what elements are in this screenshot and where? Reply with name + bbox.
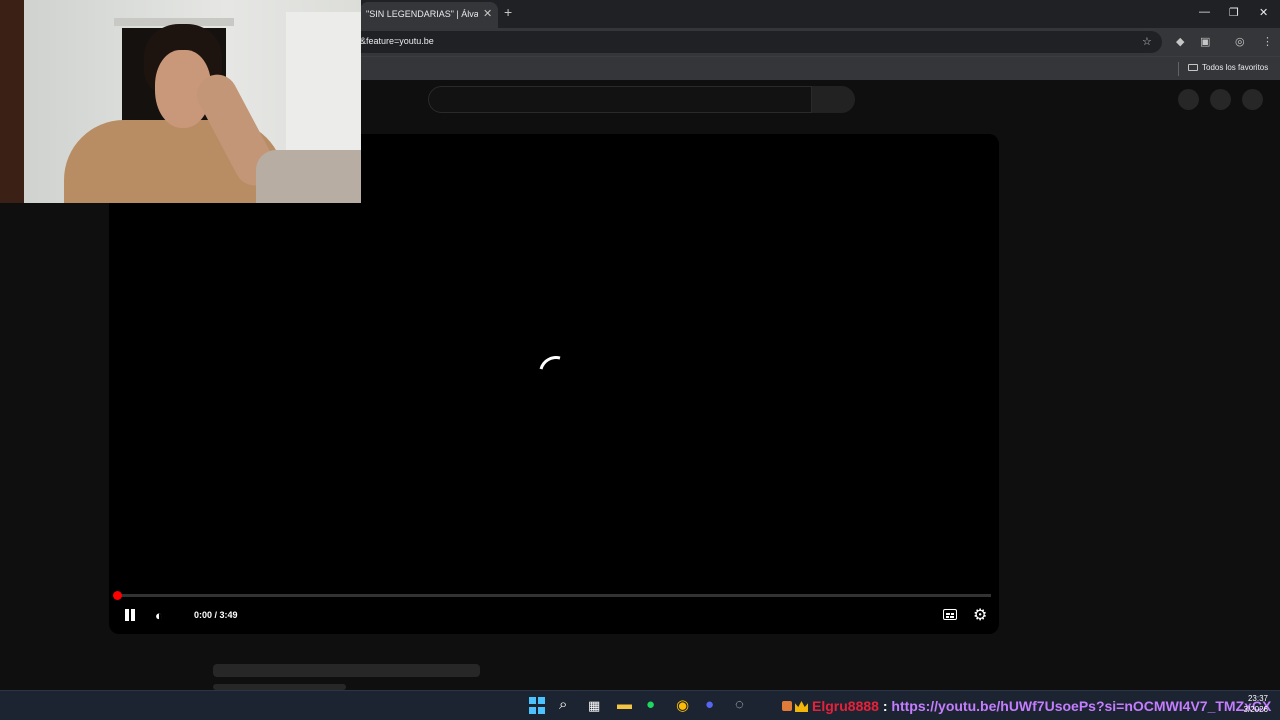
progress-scrubber[interactable] (113, 591, 122, 600)
taskbar-clock[interactable]: 23:37 3/2026 (1238, 693, 1268, 715)
chat-overlay-message: Elgru8888 : https://youtu.be/hUWf7UsoePs… (782, 698, 1271, 714)
title-skeleton (213, 664, 480, 677)
new-tab-button[interactable]: + (504, 4, 512, 20)
minimize-button[interactable]: — (1199, 6, 1210, 18)
yt-avatar-placeholder[interactable] (1242, 89, 1263, 110)
profile-icon[interactable]: ◎ (1235, 35, 1245, 48)
yt-search-input[interactable] (428, 86, 812, 113)
search-icon[interactable]: ⌕ (559, 696, 567, 713)
folder-icon (1188, 64, 1198, 71)
tab-close-icon[interactable]: ✕ (483, 7, 492, 20)
pause-button[interactable] (123, 608, 137, 622)
more-menu-icon[interactable]: ⋮ (1262, 35, 1273, 48)
chrome-icon[interactable]: ◉ (676, 696, 689, 714)
volume-icon[interactable]: ◐ (155, 608, 163, 623)
chat-badge-icon (782, 701, 792, 711)
webcam-door (0, 0, 24, 203)
loading-spinner-icon (532, 349, 580, 397)
clock-time: 23:37 (1247, 694, 1268, 703)
bookmarks-folder[interactable]: Todos los favoritos (1188, 63, 1268, 72)
close-window-button[interactable]: ✕ (1259, 6, 1268, 19)
tab-title: "SIN LEGENDARIAS" | Álvaro Sa (366, 9, 478, 19)
yt-notifications-placeholder[interactable] (1210, 89, 1231, 110)
discord-icon[interactable]: ● (705, 696, 714, 713)
chat-username: Elgru8888 (812, 698, 879, 714)
store-icon[interactable]: ▦ (588, 698, 600, 714)
chat-separator: : (882, 698, 888, 714)
yt-create-placeholder[interactable] (1178, 89, 1199, 110)
time-display: 0:00 / 3:49 (194, 610, 238, 620)
settings-gear-icon[interactable]: ⚙ (973, 605, 987, 625)
extra-app-icon[interactable]: ◌ (735, 696, 744, 713)
webcam-overlay (24, 0, 361, 203)
progress-bar[interactable] (117, 594, 991, 597)
chat-message-text: https://youtu.be/hUWf7UsoePs?si=nOCMWI4V… (891, 698, 1272, 714)
crown-icon (795, 701, 808, 712)
bookmark-star-icon[interactable]: ☆ (1142, 35, 1152, 48)
spotify-icon[interactable]: ● (646, 696, 655, 713)
start-icon[interactable] (529, 697, 547, 715)
file-explorer-icon[interactable]: ▬ (617, 696, 632, 713)
clock-date: 3/2026 (1243, 705, 1268, 714)
restore-button[interactable]: ❐ (1229, 6, 1239, 19)
bookmarks-divider (1178, 62, 1179, 76)
browser-tab-active[interactable]: "SIN LEGENDARIAS" | Álvaro Sa ✕ (360, 2, 498, 28)
subtitles-icon[interactable] (943, 609, 957, 620)
extension-puzzle-icon[interactable]: ◆ (1176, 35, 1184, 48)
yt-search-button[interactable] (812, 86, 855, 113)
address-bar[interactable]: &feature=youtu.be ☆ (340, 31, 1162, 53)
address-bar-url: &feature=youtu.be (360, 36, 434, 46)
bookmarks-folder-label: Todos los favoritos (1202, 63, 1269, 72)
video-player[interactable]: ◐ 0:00 / 3:49 ⚙ (109, 134, 999, 634)
extensions-icon[interactable]: ▣ (1200, 35, 1210, 48)
